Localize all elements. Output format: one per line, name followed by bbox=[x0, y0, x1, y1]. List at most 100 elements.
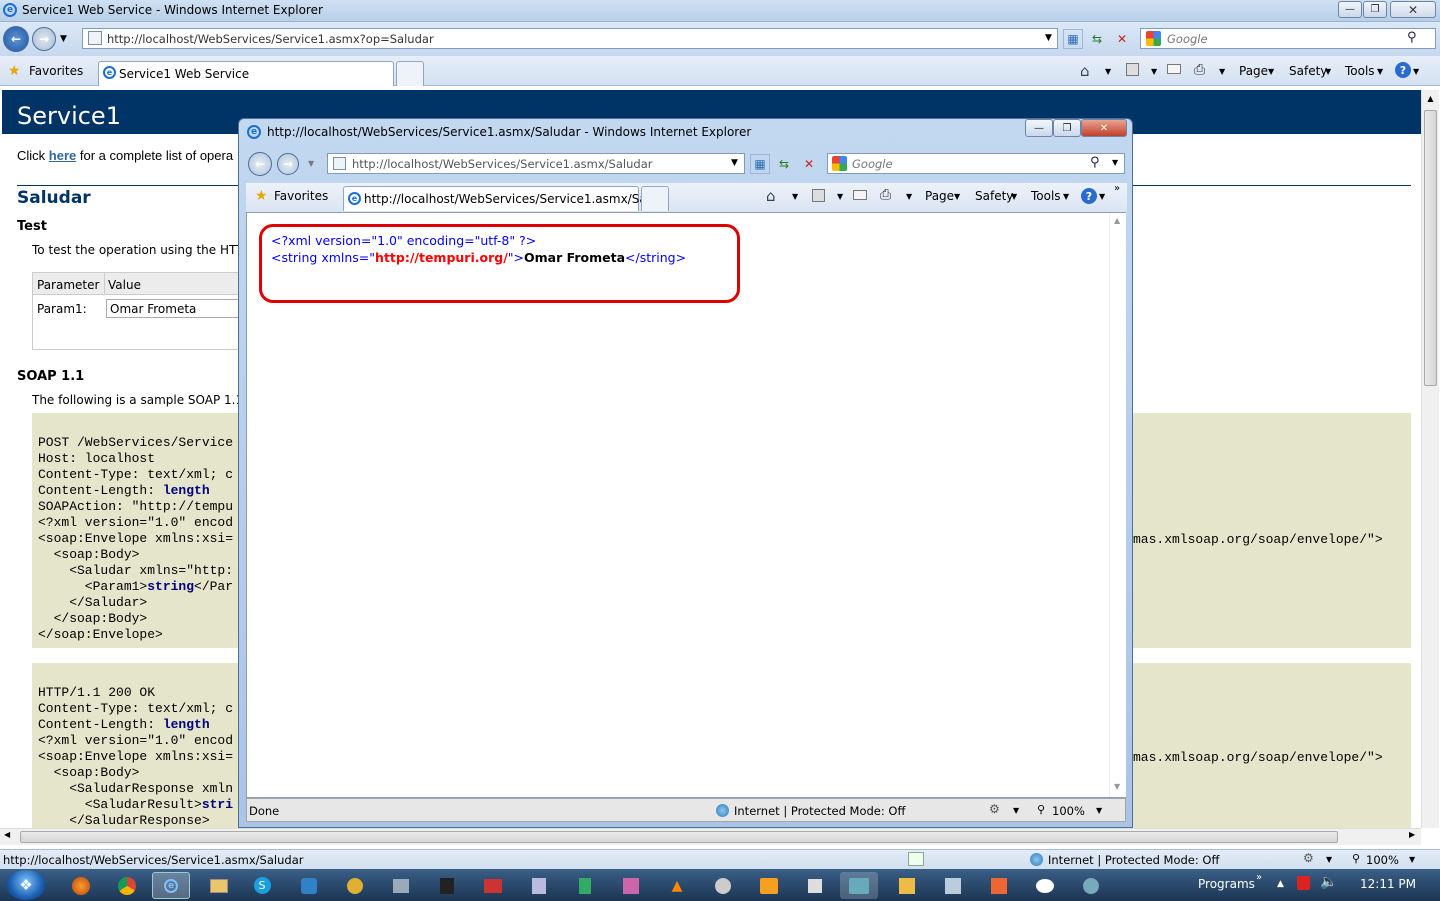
programs-chevron-icon[interactable]: » bbox=[1256, 872, 1262, 883]
taskbar-app-icon-8[interactable] bbox=[612, 872, 650, 899]
popup-tab[interactable]: e http://localhost/WebServices/Service1.… bbox=[343, 186, 669, 211]
close-button[interactable]: ✕ bbox=[1390, 1, 1436, 18]
taskbar-app-icon-4[interactable] bbox=[428, 872, 466, 899]
popup-forward-button[interactable]: → bbox=[277, 153, 299, 175]
vertical-scrollbar[interactable]: ▲ bbox=[1421, 90, 1439, 828]
popup-tools-menu[interactable]: Tools bbox=[1031, 189, 1061, 203]
popup-search-icon[interactable]: ⚲ bbox=[1090, 155, 1100, 170]
popup-safety-menu[interactable]: Safety bbox=[975, 189, 1013, 203]
popup-search-box[interactable]: Google ⚲ ▼ bbox=[827, 153, 1125, 174]
popup-help-dropdown-icon[interactable]: ▼ bbox=[1099, 192, 1105, 201]
start-button[interactable]: ❖ bbox=[6, 870, 46, 900]
search-box[interactable]: Google ⚲ bbox=[1140, 28, 1436, 49]
popup-home-dropdown-icon[interactable]: ▼ bbox=[792, 192, 798, 201]
popup-home-icon[interactable]: ⌂ bbox=[766, 187, 776, 205]
zone-dropdown-icon[interactable]: ▼ bbox=[1326, 855, 1332, 864]
help-dropdown-icon[interactable]: ▼ bbox=[1413, 67, 1419, 76]
feeds-dropdown-icon[interactable]: ▼ bbox=[1151, 67, 1157, 76]
gear-icon[interactable]: ⚙ bbox=[1303, 851, 1314, 865]
popup-search-input[interactable]: Google bbox=[852, 157, 893, 171]
safety-menu[interactable]: Safety bbox=[1289, 64, 1327, 78]
popup-zone-dropdown-icon[interactable]: ▼ bbox=[1013, 806, 1019, 815]
help-icon[interactable]: ? bbox=[1395, 62, 1411, 78]
popup-feeds-icon[interactable] bbox=[812, 189, 825, 202]
search-input[interactable]: Google bbox=[1167, 32, 1208, 46]
horizontal-scroll-thumb[interactable] bbox=[20, 831, 1338, 843]
taskbar-media-icon[interactable] bbox=[750, 872, 788, 899]
popup-scroll-down-icon[interactable]: ▼ bbox=[1114, 782, 1120, 791]
popup-print-dropdown-icon[interactable]: ▼ bbox=[906, 192, 912, 201]
print-icon[interactable]: ⎙ bbox=[1194, 62, 1205, 78]
page-menu[interactable]: Page bbox=[1239, 64, 1268, 78]
taskbar-app-icon-16[interactable] bbox=[1072, 872, 1110, 899]
address-bar[interactable]: http://localhost/WebServices/Service1.as… bbox=[82, 28, 1058, 49]
popup-stop-icon[interactable]: ✕ bbox=[799, 154, 819, 174]
feeds-icon[interactable] bbox=[1126, 63, 1139, 76]
taskbar-app-icon-11[interactable] bbox=[840, 872, 878, 899]
popup-feeds-dropdown-icon[interactable]: ▼ bbox=[837, 192, 843, 201]
compatibility-view-icon[interactable]: ▦ bbox=[1063, 29, 1083, 49]
popup-print-icon[interactable]: ⎙ bbox=[880, 187, 891, 203]
vertical-scroll-thumb[interactable] bbox=[1424, 110, 1437, 386]
home-dropdown-icon[interactable]: ▼ bbox=[1105, 67, 1111, 76]
taskbar-firefox-icon[interactable] bbox=[62, 872, 100, 899]
mail-icon[interactable] bbox=[1167, 64, 1181, 74]
tray-expand-icon[interactable]: ▲ bbox=[1277, 879, 1284, 889]
popup-zoom-dropdown-icon[interactable]: ▼ bbox=[1096, 806, 1102, 815]
volume-icon[interactable]: 🔈 bbox=[1320, 874, 1337, 890]
stop-icon[interactable]: ✕ bbox=[1112, 29, 1132, 49]
scroll-up-icon[interactable]: ▲ bbox=[1422, 90, 1439, 107]
popup-address-bar[interactable]: http://localhost/WebServices/Service1.as… bbox=[327, 153, 745, 174]
taskbar-app-icon-3[interactable] bbox=[382, 872, 420, 899]
taskbar-ie-icon[interactable]: e bbox=[152, 872, 190, 899]
popup-gear-icon[interactable]: ⚙ bbox=[989, 802, 1000, 816]
search-icon[interactable]: ⚲ bbox=[1407, 30, 1417, 45]
popup-recent-chevron-icon[interactable]: ▼ bbox=[308, 159, 314, 168]
popup-restore-button[interactable]: ❐ bbox=[1053, 119, 1081, 137]
taskbar-app-icon-15[interactable] bbox=[1026, 872, 1064, 899]
popup-compatibility-icon[interactable]: ▦ bbox=[750, 154, 770, 174]
taskbar-skype-icon[interactable]: S bbox=[243, 872, 281, 899]
popup-scroll-up-icon[interactable]: ▲ bbox=[1114, 216, 1120, 225]
back-button[interactable]: ← bbox=[3, 26, 29, 52]
operations-list-link[interactable]: here bbox=[49, 148, 76, 163]
taskbar-app-icon-9[interactable] bbox=[704, 872, 742, 899]
main-title-bar[interactable]: e Service1 Web Service - Windows Interne… bbox=[0, 0, 1440, 22]
recent-pages-chevron-icon[interactable]: ▼ bbox=[60, 34, 67, 44]
tray-app-icon[interactable] bbox=[1297, 876, 1310, 890]
forward-button[interactable]: → bbox=[32, 27, 56, 51]
popup-refresh-icon[interactable]: ⇆ bbox=[774, 154, 794, 174]
param1-input[interactable]: Omar Frometa bbox=[106, 299, 243, 318]
popup-favorites-button[interactable]: Favorites bbox=[274, 189, 328, 203]
clock[interactable]: 12:11 PM bbox=[1360, 877, 1416, 891]
taskbar-app-icon-13[interactable] bbox=[934, 872, 972, 899]
popup-address-input[interactable]: http://localhost/WebServices/Service1.as… bbox=[352, 157, 652, 171]
taskbar-app-icon-2[interactable] bbox=[336, 872, 374, 899]
popup-page-menu[interactable]: Page bbox=[925, 189, 954, 203]
address-input[interactable]: http://localhost/WebServices/Service1.as… bbox=[107, 32, 434, 46]
favorites-button[interactable]: Favorites bbox=[29, 64, 83, 78]
taskbar-app-icon-14[interactable] bbox=[980, 872, 1018, 899]
popup-help-icon[interactable]: ? bbox=[1081, 188, 1097, 204]
zoom-dropdown-icon[interactable]: ▼ bbox=[1409, 855, 1415, 864]
tools-menu[interactable]: Tools bbox=[1345, 64, 1375, 78]
status-zoom[interactable]: 100% bbox=[1366, 853, 1399, 867]
taskbar-app-icon-12[interactable] bbox=[888, 872, 926, 899]
taskbar-vlc-icon[interactable]: ▲ bbox=[658, 872, 696, 899]
minimize-button[interactable]: — bbox=[1338, 1, 1362, 18]
tab-service1[interactable]: e Service1 Web Service bbox=[98, 61, 394, 86]
restore-button[interactable]: ❐ bbox=[1363, 1, 1387, 18]
popup-address-dropdown-icon[interactable]: ▼ bbox=[731, 158, 738, 168]
programs-toolbar[interactable]: Programs bbox=[1198, 877, 1255, 891]
popup-minimize-button[interactable]: — bbox=[1025, 119, 1053, 137]
taskbar-app-icon-1[interactable] bbox=[290, 872, 328, 899]
print-dropdown-icon[interactable]: ▼ bbox=[1219, 67, 1225, 76]
taskbar-app-icon-7[interactable] bbox=[566, 872, 604, 899]
horizontal-scrollbar[interactable]: ◀ ▶ bbox=[0, 828, 1421, 845]
address-dropdown-icon[interactable]: ▼ bbox=[1045, 33, 1052, 43]
taskbar-app-icon-10[interactable] bbox=[796, 872, 834, 899]
popup-mail-icon[interactable] bbox=[853, 190, 867, 200]
new-tab-button[interactable] bbox=[396, 61, 424, 86]
popup-new-tab-button[interactable] bbox=[641, 186, 669, 211]
taskbar-app-icon-6[interactable] bbox=[520, 872, 558, 899]
